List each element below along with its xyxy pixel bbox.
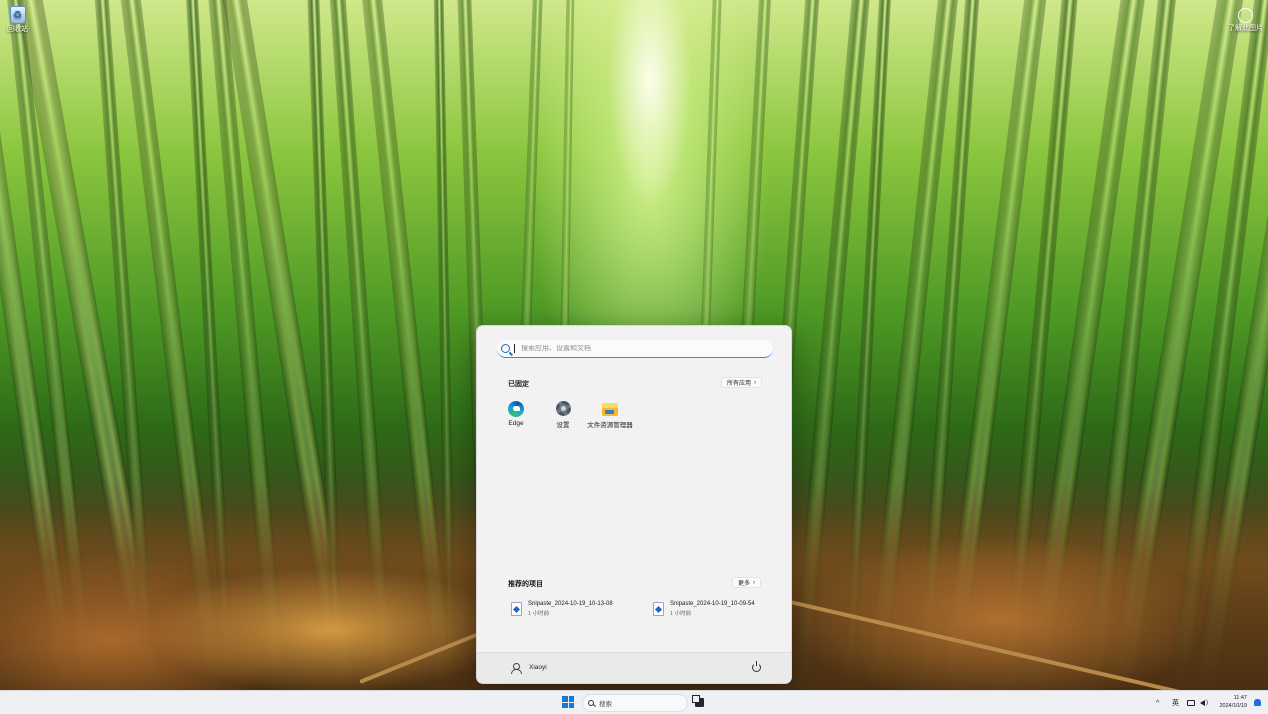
clock-time: 11:47 xyxy=(1233,695,1247,701)
more-button[interactable]: 更多 › xyxy=(732,577,762,588)
pinned-app-label: 文件资源管理器 xyxy=(587,422,633,429)
chevron-up-icon: ^ xyxy=(1156,699,1160,707)
network-icon[interactable] xyxy=(1187,691,1195,714)
start-menu-footer: Xiaoyi xyxy=(477,652,791,683)
learn-about-picture-label: 了解此图片 xyxy=(1228,25,1263,32)
more-label: 更多 xyxy=(738,581,751,587)
pinned-app-edge[interactable]: Edge xyxy=(493,401,539,427)
start-button[interactable] xyxy=(562,696,574,708)
pinned-app-file-explorer[interactable]: 文件资源管理器 xyxy=(587,401,633,429)
text-caret xyxy=(514,344,515,353)
taskbar-search-label: 搜索 xyxy=(599,701,612,708)
pinned-app-label: 设置 xyxy=(556,422,570,429)
start-menu: 已固定 所有应用 › Edge 设置 文件资源管理器 推荐的项目 更多 › Sn… xyxy=(476,325,792,684)
user-name: Xiaoyi xyxy=(529,664,547,671)
recycle-bin-desktop-icon[interactable]: ♻ 回收站 xyxy=(7,6,28,34)
show-hidden-icons-button[interactable]: ^ xyxy=(1156,691,1159,714)
input-method-indicator[interactable]: 英 xyxy=(1172,691,1179,714)
all-apps-button[interactable]: 所有应用 › xyxy=(721,377,763,388)
recommended-item-time: 1 小时前 xyxy=(528,611,550,617)
chevron-right-icon: › xyxy=(754,379,757,386)
task-view-icon[interactable] xyxy=(692,695,704,707)
power-icon[interactable] xyxy=(752,661,761,672)
taskbar: 搜索 ^ 英 ) 11:47 2024/10/19 xyxy=(0,690,1268,714)
user-icon xyxy=(511,663,522,674)
all-apps-label: 所有应用 xyxy=(727,381,752,387)
ime-label: 英 xyxy=(1172,700,1179,707)
pinned-app-settings[interactable]: 设置 xyxy=(540,401,586,429)
pinned-app-label: Edge xyxy=(508,420,524,427)
recommended-item[interactable]: Snipaste_2024-10-19_10-13-08 1 小时前 xyxy=(511,601,613,617)
recycle-bin-icon: ♻ xyxy=(9,6,26,24)
file-explorer-icon xyxy=(602,403,618,416)
recommended-section-title: 推荐的项目 xyxy=(508,581,543,588)
image-file-icon xyxy=(511,602,522,616)
search-icon xyxy=(501,344,510,353)
recommended-item-name: Snipaste_2024-10-19_10-13-08 xyxy=(528,601,613,607)
recommended-item-name: Snipaste_2024-10-19_10-09-54 xyxy=(670,601,755,607)
recommended-item-time: 1 小时前 xyxy=(670,611,692,617)
user-circle-icon xyxy=(1238,8,1253,23)
pinned-section-title: 已固定 xyxy=(508,381,529,388)
start-search-input[interactable] xyxy=(521,345,761,352)
recommended-item[interactable]: Snipaste_2024-10-19_10-09-54 1 小时前 xyxy=(653,601,755,617)
learn-about-picture-button[interactable]: 了解此图片 xyxy=(1228,8,1263,33)
settings-gear-icon xyxy=(555,401,571,416)
recycle-bin-label: 回收站 xyxy=(7,26,28,33)
taskbar-clock[interactable]: 11:47 2024/10/19 xyxy=(1219,694,1247,710)
user-account-button[interactable]: Xiaoyi xyxy=(511,663,547,674)
image-file-icon xyxy=(653,602,664,616)
search-icon xyxy=(588,700,594,706)
volume-icon[interactable]: ) xyxy=(1200,691,1208,714)
windows-logo-icon xyxy=(562,696,568,702)
notification-bell-icon[interactable] xyxy=(1254,699,1261,706)
edge-icon xyxy=(508,401,524,417)
chevron-right-icon: › xyxy=(753,579,756,586)
taskbar-search-box[interactable]: 搜索 xyxy=(582,694,688,712)
start-search-box[interactable] xyxy=(497,340,773,358)
clock-date: 2024/10/19 xyxy=(1219,703,1247,709)
